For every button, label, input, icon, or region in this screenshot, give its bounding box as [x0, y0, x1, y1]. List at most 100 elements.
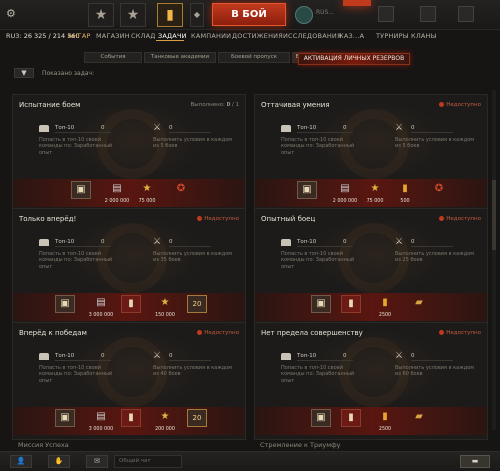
reward-gold-value: 2500 — [378, 313, 392, 318]
booklet-icon[interactable]: ▮ — [341, 409, 361, 427]
top-rank-icon — [39, 239, 49, 246]
chat-input[interactable]: Общий чат — [114, 455, 182, 468]
lock-icon — [439, 102, 445, 107]
mission-card[interactable]: Вперёд к победам Недоступно Топ-10 0 Поп… — [12, 322, 246, 440]
mission-card[interactable]: Испытание боем Выполнено: 0 / 1 Топ-10 0… — [12, 94, 246, 212]
mission-title: Опытный боец — [261, 215, 316, 223]
reward-silver-value: 3 000 000 — [88, 427, 114, 432]
main-nav: RU3: 26 325 / 214 560 АНГАР МАГАЗИН СКЛА… — [0, 30, 500, 42]
booklet-icon[interactable]: ▮ — [341, 295, 361, 313]
star-icon: ★ — [160, 411, 170, 422]
silver-icon: ▤ — [96, 411, 106, 422]
mission-title: Стремление к Триумфу — [260, 441, 341, 449]
rank-slot-1-icon[interactable]: ★ — [88, 3, 114, 27]
silver-icon: ▤ — [340, 183, 350, 194]
battles-desc: Выполнить условия в каждом из 40 боев — [153, 365, 233, 378]
condition-value: 0 — [101, 239, 105, 245]
nav-clans[interactable]: КЛАНЫ — [411, 32, 437, 40]
nav-shop[interactable]: МАГАЗИН — [96, 32, 130, 40]
nav-hangar[interactable]: АНГАР — [68, 32, 91, 40]
silver-icon: ▤ — [96, 297, 106, 308]
nav-barracks[interactable]: КАЗ...А — [339, 32, 364, 40]
shop-icon[interactable] — [458, 6, 474, 22]
nav-missions[interactable]: ЗАДАЧИ — [158, 32, 187, 40]
battles-value: 0 — [411, 353, 415, 359]
condition-value: 0 — [343, 125, 347, 131]
scrollbar-track[interactable] — [492, 90, 496, 430]
battles-desc: Выполнить условия в каждом из 5 боев — [153, 137, 233, 150]
tab-events[interactable]: События — [84, 52, 142, 63]
gold-icon: ▮ — [382, 297, 388, 308]
badge-icon[interactable]: ✪ — [171, 181, 191, 199]
nav-tournaments[interactable]: ТУРНИРЫ — [376, 32, 409, 40]
premium-icon[interactable] — [420, 6, 436, 22]
nav-campaigns[interactable]: КАМПАНИИ — [191, 32, 231, 40]
tier-badge[interactable]: 20 — [187, 295, 207, 313]
reward-reserve-icon[interactable]: ▣ — [71, 181, 91, 199]
battles-desc: Выполнить условия в каждом из 60 боев — [395, 365, 475, 378]
condition-top: Топ-10 — [55, 353, 75, 359]
notifications-icon[interactable]: ▬ — [460, 455, 490, 468]
status-unavailable: Недоступно — [439, 330, 481, 336]
gold-icon: ▮ — [402, 183, 408, 194]
crossed-swords-icon: ⚔ — [395, 123, 404, 133]
booklet-icon[interactable]: ▮ — [121, 295, 141, 313]
reserve-slot-icon[interactable]: ▮ — [157, 3, 183, 27]
tab-battle-pass[interactable]: Боевой пропуск — [218, 52, 290, 63]
tab-academies[interactable]: Танковые академии — [144, 52, 216, 63]
reward-reserve-icon[interactable]: ▣ — [55, 295, 75, 313]
battle-mode-icon[interactable] — [295, 6, 313, 24]
reward-reserve-icon[interactable]: ▣ — [297, 181, 317, 199]
chat-bubble-icon[interactable]: ✉ — [86, 455, 108, 468]
mission-card[interactable]: Оттачивая умения Недоступно Топ-10 0 Поп… — [254, 94, 488, 212]
badge-icon[interactable]: ✪ — [429, 181, 449, 199]
mission-title: Нет предела совершенству — [261, 329, 363, 337]
crossed-swords-icon: ⚔ — [153, 237, 162, 247]
battle-button[interactable]: В БОЙ — [212, 3, 286, 26]
mission-subtabs: События Танковые академии Боевой пропуск… — [84, 52, 318, 64]
condition-value: 0 — [343, 353, 347, 359]
activate-reserves-button[interactable]: АКТИВАЦИЯ ЛИЧНЫХ РЕЗЕРВОВ — [298, 53, 410, 65]
mission-title: Миссия Успеха — [18, 441, 69, 449]
notification-glow — [343, 0, 371, 6]
condition-value: 0 — [101, 353, 105, 359]
gear-icon[interactable]: ⚙ — [6, 8, 18, 20]
mission-card[interactable]: Нет предела совершенству Недоступно Топ-… — [254, 322, 488, 440]
reward-reserve-icon[interactable]: ▣ — [311, 409, 331, 427]
booklet-icon[interactable]: ▮ — [121, 409, 141, 427]
gift-icon[interactable]: ◆ — [190, 3, 204, 27]
filter-icon[interactable]: ▼ — [14, 68, 34, 78]
status-unavailable: Недоступно — [197, 330, 239, 336]
nav-achievements[interactable]: ДОСТИЖЕНИЯ — [232, 32, 283, 40]
tier-badge[interactable]: 20 — [187, 409, 207, 427]
nav-storage[interactable]: СКЛАД — [131, 32, 156, 40]
battles-value: 0 — [411, 239, 415, 245]
handshake-icon[interactable]: ✋ — [48, 455, 70, 468]
crossed-swords-icon: ⚔ — [153, 123, 162, 133]
scrollbar-thumb[interactable] — [492, 180, 496, 250]
rank-slot-2-icon[interactable]: ★ — [120, 3, 146, 27]
silver-icon: ▤ — [112, 183, 122, 194]
reward-xp-value: 200 000 — [155, 427, 175, 432]
rewards-strip: ▣ ▤ 3 000 000 ▮ ★ 200 000 20 — [13, 407, 245, 435]
profile-icon[interactable]: 👤 — [10, 455, 32, 468]
condition-desc: Попасть в топ-10 своей команды по: Зараб… — [281, 365, 355, 384]
nav-research[interactable]: ИССЛЕДОВАНИЯ — [283, 32, 342, 40]
shown-missions-label: Показано задач: — [42, 70, 95, 77]
platoon-icon[interactable] — [378, 6, 394, 22]
mission-card[interactable]: Опытный боец Недоступно Топ-10 0 Попасть… — [254, 208, 488, 326]
battles-value: 0 — [169, 125, 173, 131]
rewards-strip: ▣ ▮ ▮ 2500 ▰ — [255, 407, 487, 435]
rewards-strip: ▣ ▤ 3 000 000 ▮ ★ 150 000 20 — [13, 293, 245, 321]
condition-value: 0 — [343, 239, 347, 245]
condition-top: Топ-10 — [55, 239, 75, 245]
reward-reserve-icon[interactable]: ▣ — [55, 409, 75, 427]
chest-icon[interactable]: ▰ — [409, 295, 429, 313]
bottom-bar: 👤 ✋ ✉ Общий чат ▬ — [0, 451, 500, 471]
app-root: ⚙ ★ ★ ▮ ◆ В БОЙ RUS... RU3: 26 325 / 214… — [0, 0, 500, 471]
lock-icon — [439, 216, 445, 221]
reward-reserve-icon[interactable]: ▣ — [311, 295, 331, 313]
star-icon: ★ — [142, 183, 152, 194]
chest-icon[interactable]: ▰ — [409, 409, 429, 427]
mission-card[interactable]: Только вперёд! Недоступно Топ-10 0 Попас… — [12, 208, 246, 326]
